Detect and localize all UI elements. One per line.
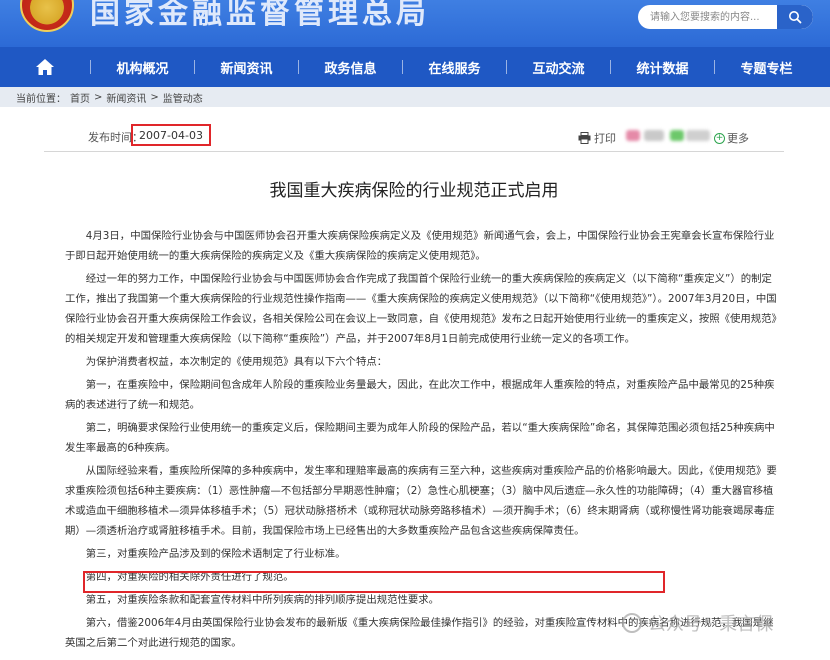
print-button[interactable]: 打印 — [578, 130, 616, 146]
breadcrumb-separator: > — [94, 91, 103, 103]
paragraph: 第二，明确要求保险行业使用统一的重疾定义后，保险期间主要为成年人阶段的保险产品，… — [65, 422, 775, 454]
printer-icon — [578, 132, 591, 144]
site-title: 国家金融监督管理总局 — [90, 0, 430, 31]
nav-item-news[interactable]: 新闻资讯 — [195, 47, 298, 87]
breadcrumb-home[interactable]: 首页 — [70, 90, 90, 105]
home-icon — [36, 59, 54, 75]
search-icon — [789, 11, 802, 24]
nav-item-institution[interactable]: 机构概况 — [91, 47, 194, 87]
nav-item-online-service[interactable]: 在线服务 — [403, 47, 506, 87]
paragraph: 经过一年的努力工作，中国保险行业协会与中国医师协会合作完成了我国首个保险行业统一… — [65, 273, 777, 345]
breadcrumb: 当前位置： 首页 > 新闻资讯 > 监管动态 — [0, 87, 830, 107]
share-icon-weibo[interactable] — [626, 130, 640, 141]
breadcrumb-prefix: 当前位置： — [16, 93, 66, 105]
search-button[interactable] — [777, 5, 813, 29]
nav-item-statistics[interactable]: 统计数据 — [611, 47, 714, 87]
nav-home[interactable] — [0, 47, 90, 87]
paragraph: 第一，在重疾险中，保险期间包含成年人阶段的重疾险业务量最大，因此，在此次工作中，… — [65, 379, 775, 411]
search-box — [638, 5, 813, 29]
breadcrumb-regulatory[interactable]: 监管动态 — [163, 90, 203, 105]
article-body: 4月3日，中国保险行业协会与中国医师协会召开重大疾病保险疾病定义及《使用规范》新… — [65, 226, 780, 656]
main-nav: 机构概况 新闻资讯 政务信息 在线服务 互动交流 统计数据 专题专栏 — [0, 47, 830, 87]
share-icon-blurred[interactable] — [686, 130, 710, 141]
share-icon-blurred[interactable] — [644, 130, 664, 141]
plus-circle-icon: + — [714, 132, 725, 144]
paragraph: 为保护消费者权益，本次制定的《使用规范》具有以下六个特点： — [85, 356, 388, 368]
nav-item-special-topics[interactable]: 专题专栏 — [715, 47, 818, 87]
highlight-box — [83, 571, 665, 593]
print-label: 打印 — [594, 132, 616, 145]
national-emblem-icon — [20, 0, 74, 32]
watermark-text: 公众号 · 秉言保 — [648, 614, 774, 635]
nav-item-interaction[interactable]: 互动交流 — [507, 47, 610, 87]
paragraph: 第五，对重疾险条款和配套宣传材料中所列疾病的排列顺序提出规范性要求。 — [85, 594, 440, 606]
breadcrumb-news[interactable]: 新闻资讯 — [106, 90, 146, 105]
publish-date: 2007-04-03 — [131, 124, 211, 146]
site-header: 国家金融监督管理总局 — [0, 0, 830, 47]
more-label: 更多 — [727, 132, 749, 145]
paragraph: 4月3日，中国保险行业协会与中国医师协会召开重大疾病保险疾病定义及《使用规范》新… — [65, 230, 775, 262]
article-title: 我国重大疾病保险的行业规范正式启用 — [269, 181, 559, 201]
nav-item-gov-info[interactable]: 政务信息 — [299, 47, 402, 87]
paragraph: 第三，对重疾险产品涉及到的保险术语制定了行业标准。 — [85, 548, 346, 560]
more-share-button[interactable]: + 更多 — [714, 130, 749, 146]
share-icon-wechat[interactable] — [670, 130, 684, 141]
breadcrumb-separator: > — [150, 91, 159, 103]
article: 发布时间： 2007-04-03 打印 + 更多 我国重大疾病保险的行业规范正式… — [44, 118, 784, 649]
paragraph: 从国际经验来看，重疾险所保障的多种疾病中，发生率和理赔率最高的疾病有三至六种，这… — [65, 465, 777, 537]
search-input[interactable] — [638, 5, 777, 29]
wechat-official-account-icon — [622, 613, 642, 633]
article-meta: 发布时间： 2007-04-03 打印 + 更多 — [44, 118, 784, 152]
watermark: 公众号 · 秉言保 — [622, 610, 773, 636]
